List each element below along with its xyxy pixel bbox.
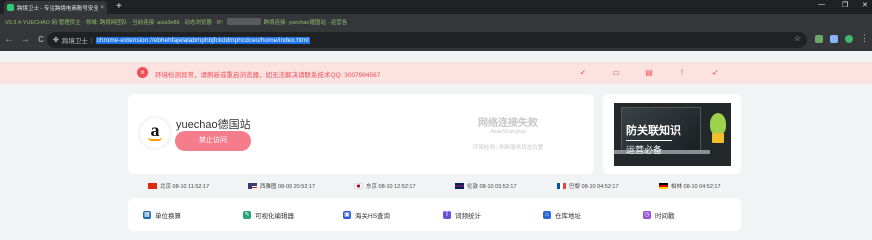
extension-icon-3[interactable] [845,35,853,43]
germany-flag-icon [659,183,668,189]
visit-button[interactable]: 禁止访问 [175,131,251,151]
minimize-icon[interactable]: — [818,1,825,8]
rocket-icon[interactable]: ➶ [710,68,720,78]
back-icon[interactable]: ← [2,35,16,45]
tool-label: 单位换算 [155,213,181,220]
clock-label: 北京 08-10 11:52:17 [160,184,210,190]
japan-flag-icon [354,183,363,189]
maximize-icon[interactable]: ❐ [842,1,848,9]
tool-label: 词频统计 [455,213,481,220]
address-bar[interactable]: ✤ 跨境卫士 | chrome-extension://ebhehfajelal… [47,32,807,48]
promo-divider [626,140,672,141]
shield-check-icon[interactable]: ✓ [578,68,588,78]
logo-smile [148,137,162,141]
browser-toolbar: ← → C ✤ 跨境卫士 | chrome-extension://ebhehf… [0,29,872,51]
session-info-left: V0.3.4-YUECHAO 网-管理员主 · 领域: 跨境网团队 · 当前连接… [5,19,224,26]
clock-london: 伦敦 08-10 03:52:17 [455,182,517,190]
puzzle-icon: ✤ [53,37,59,44]
error-icon: × [137,67,148,78]
tab-strip: 跨境卫士 - 专注跨境电商账号安全 × + — ❐ ✕ [0,0,872,14]
clock-paris: 巴黎 08-10 04:52:17 [557,182,619,190]
tool-unit-conversion[interactable]: ▦ 单位换算 [143,210,181,220]
china-flag-icon [148,183,157,189]
tool-label: 仓库地址 [555,213,581,220]
clock-seattle: 西雅图 08-09 20:52:17 [248,182,315,190]
uk-flag-icon [455,183,464,189]
pot-icon [712,133,724,143]
separator: | [90,36,93,44]
new-tab-button[interactable]: + [116,1,122,12]
shield-icon [7,4,14,11]
promo-subtitle: 运营必备 [626,145,663,155]
calculator-icon: ▦ [143,211,151,219]
extension-icon-1[interactable] [815,35,823,43]
clock-berlin: 柏林 08-10 04:52:17 [659,182,721,190]
network-tip[interactable]: 环境检测 | 刷新服务状态位置 [438,143,578,151]
customs-icon: ▣ [343,211,351,219]
clock-label: 巴黎 08-10 04:52:17 [569,184,619,190]
bookmark-star-icon[interactable]: ☆ [794,34,801,43]
amazon-logo-icon: a [140,118,170,148]
url-text[interactable]: chrome-extension://ebhehfajelalabmphbjfc… [95,36,310,44]
tool-timestamp[interactable]: ◷ 时间戳 [643,210,675,220]
extension-icon-2[interactable] [830,35,838,43]
warehouse-icon: ⌂ [543,211,551,219]
clock-label: 东京 08-10 12:52:17 [366,184,416,190]
tool-label: 可视化编辑器 [255,213,294,220]
tool-visual-editor[interactable]: ✎ 可视化编辑器 [243,210,294,220]
promo-banner[interactable]: 防关联知识 运营必备 [614,103,731,166]
reload-icon[interactable]: C [34,35,48,45]
tab-title: 跨境卫士 - 专注跨境电商账号安全 [17,5,99,12]
promo-card[interactable]: 防关联知识 运营必备 [603,94,741,174]
extension-name: 跨境卫士 [61,38,88,45]
france-flag-icon [557,183,566,189]
ip-icon[interactable]: ! [677,68,687,78]
session-info-bar: V0.3.4-YUECHAO 网-管理员主 · 领域: 跨境网团队 · 当前连接… [0,14,872,29]
browser-tab[interactable]: 跨境卫士 - 专注跨境电商账号安全 × [4,1,107,14]
clock-icon: ◷ [643,211,651,219]
redacted-ip [226,18,261,25]
environment-alert: × 环境检测异常，请刷新或重启浏览器，如无法解决请联系技术QQ: 3007984… [0,62,872,84]
clock-tokyo: 东京 08-10 12:52:17 [354,182,416,190]
promo-title: 防关联知识 [626,125,681,137]
network-status: 网络连接失败 [478,118,538,129]
edit-icon: ✎ [243,211,251,219]
tool-warehouse-address[interactable]: ⌂ 仓库地址 [543,210,581,220]
tool-label: 海关HS查询 [355,213,391,220]
clock-label: 西雅图 08-09 20:52:17 [260,184,316,190]
tools-card: ▦ 单位换算 ✎ 可视化编辑器 ▣ 海关HS查询 T 词频统计 ⌂ 仓库地址 ◷… [128,198,741,231]
usa-flag-icon [248,183,257,189]
tool-label: 时间戳 [655,213,675,220]
store-card: a yuechao德国站 禁止访问 网络连接失败 Asia/Shanghai 环… [128,94,594,174]
text-icon: T [443,211,451,219]
menu-icon[interactable]: ⋮ [860,33,869,44]
monitor-icon[interactable]: ▭ [611,68,621,78]
tab-close-icon[interactable]: × [100,5,104,11]
clock-beijing: 北京 08-10 11:52:17 [148,182,209,190]
clock-label: 伦敦 08-10 03:52:17 [467,184,517,190]
forward-icon[interactable]: → [18,35,32,45]
session-info-right: 跨境连接: yuechao德国站 · 运营各 [263,19,348,26]
close-window-icon[interactable]: ✕ [862,1,868,9]
tool-word-frequency[interactable]: T 词频统计 [443,210,481,220]
tool-hs-lookup[interactable]: ▣ 海关HS查询 [343,210,390,220]
plant-icon [710,113,726,135]
clock-label: 柏林 08-10 04:52:17 [671,184,721,190]
alert-message: 环境检测异常，请刷新或重启浏览器，如无法解决请联系技术QQ: 300798456… [155,72,381,79]
store-name: yuechao德国站 [176,119,251,131]
timezone: Asia/Shanghai [490,129,526,135]
window-icon[interactable]: ▤ [644,68,654,78]
